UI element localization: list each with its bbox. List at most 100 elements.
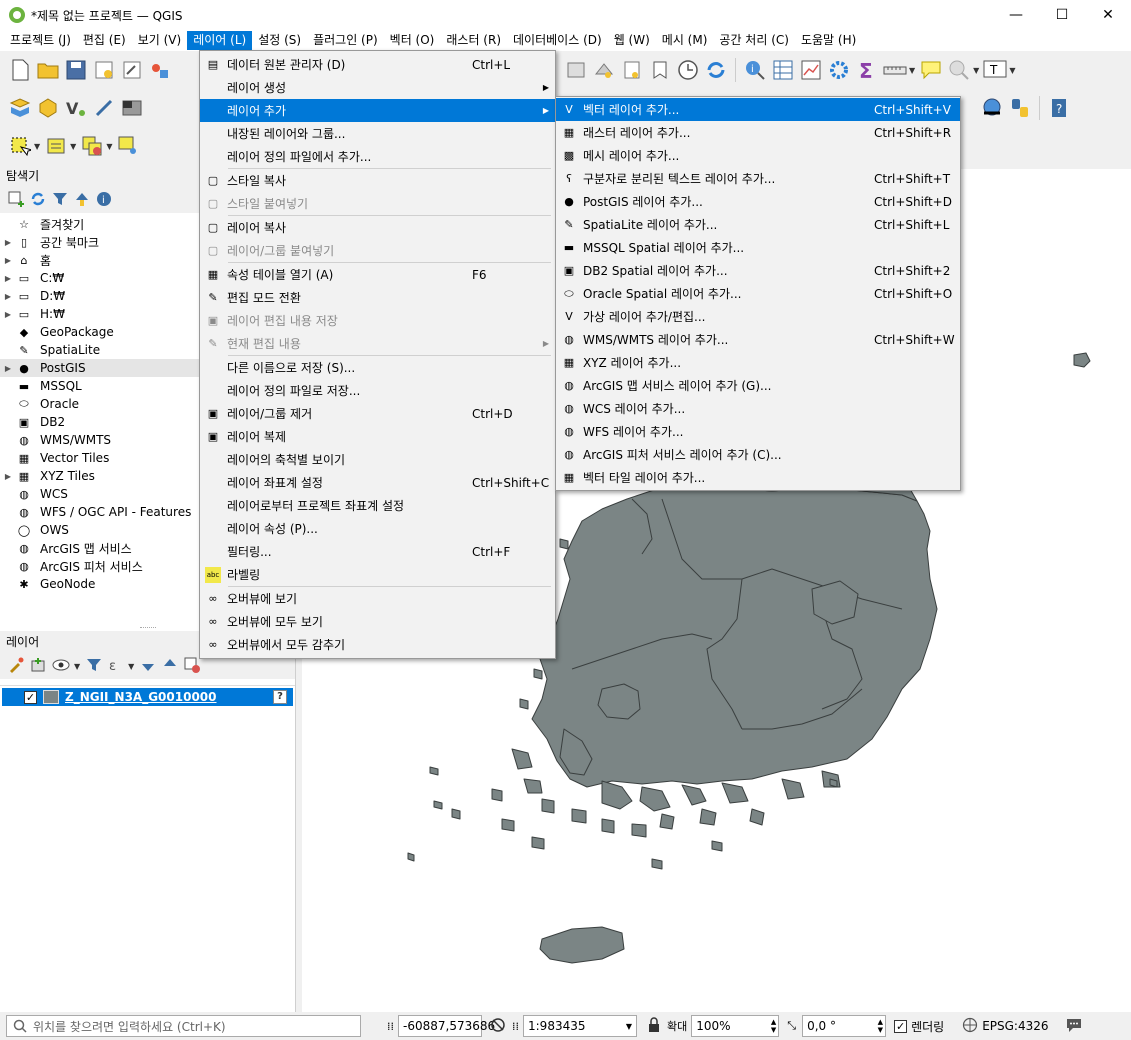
- spin-arrows-icon[interactable]: ▲ ▼: [878, 1018, 883, 1034]
- layer-name[interactable]: Z_NGII_N3A_G0010000: [65, 690, 217, 704]
- coordinate-field[interactable]: -60887,573686: [398, 1015, 495, 1037]
- maximize-button[interactable]: ☐: [1039, 0, 1085, 30]
- add-layer-menu-item[interactable]: V 가상 레이어 추가/편집...: [556, 305, 960, 328]
- identify-icon[interactable]: i: [743, 58, 767, 82]
- add-layer-menu-item[interactable]: ◍ WFS 레이어 추가...: [556, 420, 960, 443]
- menu-4[interactable]: 설정 (S): [252, 31, 307, 50]
- statistics-summary-icon[interactable]: [799, 58, 823, 82]
- add-layer-menu-item[interactable]: ▣ DB2 Spatial 레이어 추가... Ctrl+Shift+2: [556, 259, 960, 282]
- layer-menu-item[interactable]: 레이어로부터 프로젝트 좌표계 설정: [200, 494, 555, 517]
- layer-menu-item[interactable]: 필터링... Ctrl+F: [200, 540, 555, 563]
- style-brush-icon[interactable]: [8, 657, 24, 676]
- chevron-down-icon[interactable]: ▼: [70, 142, 76, 151]
- layer-menu-item[interactable]: 레이어 정의 파일에서 추가...: [200, 145, 555, 168]
- add-layer-menu-item[interactable]: ▩ 메시 레이어 추가...: [556, 144, 960, 167]
- add-selected-layers-icon[interactable]: [8, 191, 24, 210]
- add-vector-layer-icon[interactable]: V: [64, 96, 88, 120]
- minimize-button[interactable]: —: [993, 0, 1039, 30]
- add-layer-menu-item[interactable]: V 벡터 레이어 추가... Ctrl+Shift+V: [556, 98, 960, 121]
- layer-menu-item[interactable]: ▢ 레이어 복사: [200, 216, 555, 239]
- chevron-down-icon[interactable]: ▼: [74, 662, 80, 671]
- render-checkbox[interactable]: ✓: [894, 1019, 908, 1033]
- expand-arrow-icon[interactable]: ▶: [0, 274, 16, 283]
- save-project-icon[interactable]: [64, 58, 88, 82]
- python-console-icon[interactable]: [1008, 96, 1032, 120]
- menu-8[interactable]: 데이터베이스 (D): [507, 31, 608, 50]
- chevron-down-icon[interactable]: ▼: [106, 142, 112, 151]
- layer-menu-item[interactable]: ▤ 데이터 원본 관리자 (D) Ctrl+L: [200, 53, 555, 76]
- chevron-down-icon[interactable]: ▼: [973, 66, 979, 75]
- print-layout-icon[interactable]: [120, 58, 144, 82]
- chevron-down-icon[interactable]: ▼: [34, 142, 40, 151]
- add-layer-menu-item[interactable]: ▦ XYZ 레이어 추가...: [556, 351, 960, 374]
- open-project-icon[interactable]: [36, 58, 60, 82]
- filter-icon[interactable]: [52, 191, 68, 210]
- layer-menu-item[interactable]: 레이어 좌표계 설정 Ctrl+Shift+C: [200, 471, 555, 494]
- messages-icon[interactable]: [1065, 1017, 1083, 1036]
- layer-menu-item[interactable]: 레이어 추가 ▶: [200, 99, 555, 122]
- processing-toolbox-icon[interactable]: [827, 58, 851, 82]
- add-layer-menu-item[interactable]: ▦ 벡터 타일 레이어 추가...: [556, 466, 960, 489]
- menu-9[interactable]: 웹 (W): [608, 31, 656, 50]
- expand-all-icon[interactable]: [140, 657, 156, 676]
- add-group-icon[interactable]: [30, 657, 46, 676]
- layer-menu-item[interactable]: abc 라벨링: [200, 563, 555, 586]
- menu-2[interactable]: 보기 (V): [132, 31, 187, 50]
- help-icon[interactable]: ?: [273, 690, 287, 704]
- refresh-icon[interactable]: [704, 58, 728, 82]
- toggle-extents-icon[interactable]: [490, 1017, 506, 1036]
- layer-menu-item[interactable]: ✎ 편집 모드 전환: [200, 286, 555, 309]
- chevron-down-icon[interactable]: ▼: [1009, 66, 1015, 75]
- layer-menu-item[interactable]: ▣ 레이어/그룹 제거 Ctrl+D: [200, 402, 555, 425]
- select-features-icon[interactable]: [8, 134, 32, 158]
- globe-glasses-icon[interactable]: [980, 96, 1004, 120]
- layer-menu-item[interactable]: 레이어 생성 ▶: [200, 76, 555, 99]
- bookmark-new-icon[interactable]: [620, 58, 644, 82]
- menu-6[interactable]: 벡터 (O): [384, 31, 441, 50]
- new-project-icon[interactable]: [8, 58, 32, 82]
- text-annotation-icon[interactable]: T: [983, 58, 1007, 82]
- add-layer-menu-item[interactable]: ✎ SpatiaLite 레이어 추가... Ctrl+Shift+L: [556, 213, 960, 236]
- new-geopackage-icon[interactable]: [36, 96, 60, 120]
- scale-combobox[interactable]: 1:983435 ▼: [523, 1015, 637, 1037]
- add-spatialite-icon[interactable]: [92, 96, 116, 120]
- save-as-icon[interactable]: [92, 58, 116, 82]
- spin-arrows-icon[interactable]: ▲ ▼: [771, 1018, 776, 1034]
- layout-manager-icon[interactable]: [148, 58, 172, 82]
- filter-legend-icon[interactable]: [86, 657, 102, 676]
- expand-arrow-icon[interactable]: ▶: [0, 256, 16, 265]
- layer-visibility-checkbox[interactable]: ✓: [24, 690, 37, 704]
- layer-menu-item[interactable]: 다른 이름으로 저장 (S)...: [200, 356, 555, 379]
- new-3d-view-icon[interactable]: [592, 58, 616, 82]
- add-layer-menu-item[interactable]: ◍ WMS/WMTS 레이어 추가... Ctrl+Shift+W: [556, 328, 960, 351]
- locator-search-input[interactable]: 위치를 찾으려면 입력하세요 (Ctrl+K): [6, 1015, 361, 1037]
- open-attribute-table-icon[interactable]: [771, 58, 795, 82]
- menu-12[interactable]: 도움말 (H): [795, 31, 862, 50]
- add-layer-menu-item[interactable]: ▦ 래스터 레이어 추가... Ctrl+Shift+R: [556, 121, 960, 144]
- chevron-down-icon[interactable]: ▼: [128, 662, 134, 671]
- expand-arrow-icon[interactable]: ▶: [0, 472, 16, 481]
- layer-menu-item[interactable]: ▣ 레이어 복제: [200, 425, 555, 448]
- magnifier-spinbox[interactable]: 100% ▲ ▼: [691, 1015, 780, 1037]
- crs-label[interactable]: EPSG:4326: [982, 1019, 1048, 1033]
- add-layer-menu-item[interactable]: ◍ WCS 레이어 추가...: [556, 397, 960, 420]
- add-layer-menu-item[interactable]: ◍ ArcGIS 피처 서비스 레이어 추가 (C)...: [556, 443, 960, 466]
- filter-expression-icon[interactable]: ε: [108, 657, 124, 676]
- data-source-manager-icon[interactable]: [8, 96, 32, 120]
- add-layer-menu-item[interactable]: ʕ 구분자로 분리된 텍스트 레이어 추가... Ctrl+Shift+T: [556, 167, 960, 190]
- menu-0[interactable]: 프로젝트 (J): [4, 31, 77, 50]
- menu-1[interactable]: 편집 (E): [77, 31, 132, 50]
- add-layer-menu-item[interactable]: ◍ ArcGIS 맵 서비스 레이어 추가 (G)...: [556, 374, 960, 397]
- crs-globe-icon[interactable]: [962, 1017, 978, 1036]
- menu-7[interactable]: 래스터 (R): [440, 31, 507, 50]
- expand-arrow-icon[interactable]: ▶: [0, 292, 16, 301]
- layer-menu-item[interactable]: ∞ 오버뷰에 보기: [200, 587, 555, 610]
- expand-arrow-icon[interactable]: ▶: [0, 310, 16, 319]
- layer-row-ngii[interactable]: ✓ Z_NGII_N3A_G0010000 ?: [2, 688, 293, 706]
- help-book-icon[interactable]: ?: [1047, 96, 1071, 120]
- rotation-spinbox[interactable]: 0,0 ° ▲ ▼: [802, 1015, 887, 1037]
- menu-10[interactable]: 메시 (M): [656, 31, 714, 50]
- new-map-view-icon[interactable]: [564, 58, 588, 82]
- layer-menu-item[interactable]: ▢ 스타일 복사: [200, 169, 555, 192]
- temporal-clock-icon[interactable]: [676, 58, 700, 82]
